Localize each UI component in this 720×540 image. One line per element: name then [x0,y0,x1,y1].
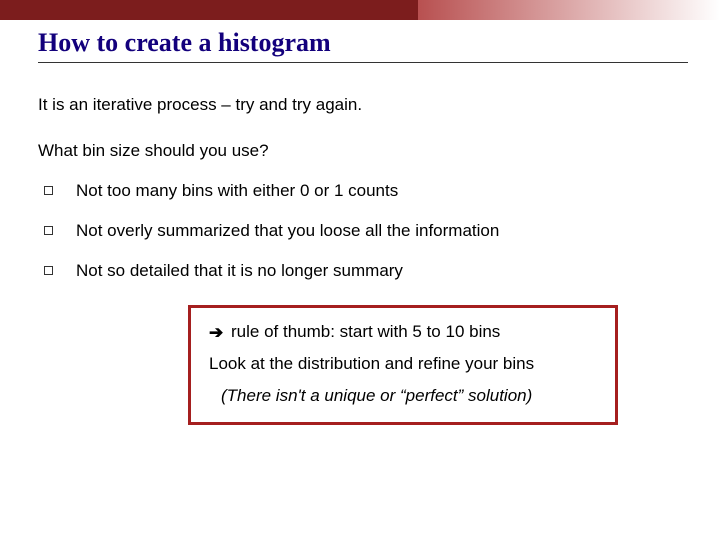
header-bar-gradient [418,0,720,20]
rule-text: rule of thumb: start with 5 to 10 bins [231,322,500,341]
question-text: What bin size should you use? [38,141,720,161]
square-bullet-icon [44,226,53,235]
intro-text: It is an iterative process – try and try… [38,95,720,115]
arrow-right-icon: ➔ [209,323,223,343]
rule-of-thumb-line: ➔ rule of thumb: start with 5 to 10 bins [209,322,597,342]
header-bar-dark [0,0,418,20]
header-bar [0,0,720,20]
list-item-label: Not too many bins with either 0 or 1 cou… [76,181,398,200]
list-item: Not overly summarized that you loose all… [44,221,720,241]
slide-title: How to create a histogram [38,28,720,58]
square-bullet-icon [44,186,53,195]
refine-line: Look at the distribution and refine your… [209,354,597,374]
list-item: Not so detailed that it is no longer sum… [44,261,720,281]
list-item-label: Not overly summarized that you loose all… [76,221,499,240]
note-line: (There isn't a unique or “perfect” solut… [221,386,597,406]
bullet-list: Not too many bins with either 0 or 1 cou… [44,181,720,281]
callout-box: ➔ rule of thumb: start with 5 to 10 bins… [188,305,618,425]
list-item: Not too many bins with either 0 or 1 cou… [44,181,720,201]
list-item-label: Not so detailed that it is no longer sum… [76,261,403,280]
slide-body: It is an iterative process – try and try… [38,95,720,425]
title-underline [38,62,688,63]
square-bullet-icon [44,266,53,275]
